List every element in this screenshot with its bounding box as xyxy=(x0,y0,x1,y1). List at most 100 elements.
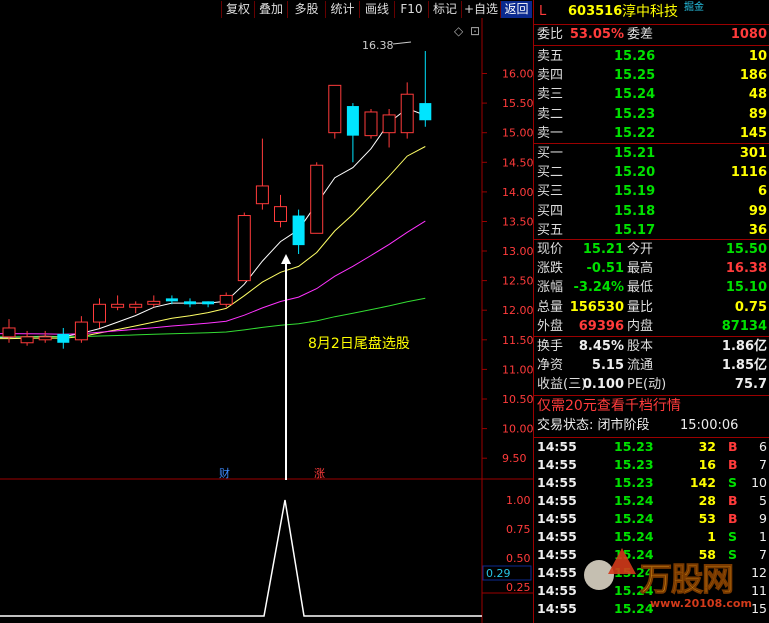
tick-row[interactable]: 14:55 15.23 142 S 10 xyxy=(534,474,769,492)
promo-link[interactable]: 仅需20元查看千档行情 xyxy=(534,397,769,416)
candle-body[interactable] xyxy=(310,164,324,234)
candle-body[interactable] xyxy=(237,215,251,282)
toolbar-button-0[interactable]: 复权 xyxy=(221,1,254,18)
tick-count: 7 xyxy=(759,457,767,472)
candle-body[interactable] xyxy=(57,333,70,343)
candle-body[interactable] xyxy=(20,336,34,344)
watermark-text: 万股网 xyxy=(639,560,734,599)
stock-badge[interactable]: 掘金 xyxy=(684,0,704,18)
price-axis-tick: 15.50 xyxy=(502,97,533,110)
bid-row[interactable]: 买五 15.17 36 xyxy=(534,221,769,240)
quote-value: -3.24% xyxy=(573,280,625,296)
price-axis-tick: 12.00 xyxy=(502,304,533,317)
candle-body[interactable] xyxy=(292,215,305,246)
price-axis-tick: 16.00 xyxy=(502,68,533,81)
tick-direction: S xyxy=(728,475,738,490)
ask-row[interactable]: 卖三 15.24 48 xyxy=(534,85,769,104)
fund-value-2: 1.85亿 xyxy=(721,358,767,374)
tick-price: 15.23 xyxy=(614,439,654,454)
tick-volume: 1 xyxy=(707,529,716,544)
bid-row[interactable]: 买一 15.21 301 xyxy=(534,144,769,163)
candle-body[interactable] xyxy=(382,114,396,134)
frame-icon[interactable]: ⊡ xyxy=(470,24,480,38)
ask-price: 15.24 xyxy=(614,87,656,103)
candle-body[interactable] xyxy=(400,93,414,134)
toolbar-button-7[interactable]: +自选 xyxy=(461,1,500,18)
ask-price: 15.23 xyxy=(614,106,656,122)
tick-volume: 32 xyxy=(698,439,716,454)
tick-time: 14:55 xyxy=(537,457,577,472)
price-axis-tick: 14.50 xyxy=(502,156,533,169)
ask-row[interactable]: 卖一 15.22 145 xyxy=(534,124,769,143)
quote-value: -0.51 xyxy=(586,261,624,277)
trade-status-label: 交易状态: 闭市阶段 xyxy=(537,418,650,433)
tick-row[interactable]: 14:55 15.24 28 B 5 xyxy=(534,492,769,510)
stock-code: 603516 xyxy=(568,4,623,19)
kline-chart[interactable]: ◇ ⊡ 16.00 15.50 15.00 14.50 14.00 13.50 13.00 1… xyxy=(0,18,533,623)
ask-row[interactable]: 卖五 15.26 10 xyxy=(534,47,769,66)
candle-body[interactable] xyxy=(93,303,106,323)
fund-label-2: PE(动) xyxy=(627,377,667,393)
toolbar-button-4[interactable]: 画线 xyxy=(359,1,394,18)
stock-name: 淳中科技 xyxy=(622,4,678,20)
trade-status: 交易状态: 闭市阶段 15:00:06 xyxy=(534,416,769,435)
candle-body[interactable] xyxy=(255,185,269,205)
quote-label-2: 最低 xyxy=(627,280,654,296)
tick-row[interactable]: 14:55 15.23 32 B 6 xyxy=(534,438,769,456)
quote-value-2: 87134 xyxy=(721,318,767,334)
candle-body[interactable] xyxy=(184,301,196,305)
tick-row[interactable]: 14:55 15.24 53 B 9 xyxy=(534,510,769,528)
candle-body[interactable] xyxy=(74,321,88,341)
ask-price: 15.26 xyxy=(614,49,656,64)
weibi-value: 53.05% xyxy=(569,27,624,42)
bid-row[interactable]: 买四 15.18 99 xyxy=(534,202,769,221)
fund-label: 换手 xyxy=(537,339,564,354)
tick-row[interactable]: 14:55 15.23 16 B 7 xyxy=(534,456,769,474)
toolbar-button-5[interactable]: F10 xyxy=(394,1,428,18)
tick-price: 15.24 xyxy=(614,493,654,508)
tick-volume: 16 xyxy=(698,457,716,472)
indicator-axis-tick: 0.50 xyxy=(506,552,531,565)
tick-row[interactable]: 14:55 15.24 1 S 1 xyxy=(534,528,769,546)
bid-row[interactable]: 买二 15.20 1116 xyxy=(534,163,769,182)
candle-body[interactable] xyxy=(147,300,161,305)
ask-row[interactable]: 卖四 15.25 186 xyxy=(534,66,769,85)
tick-count: 9 xyxy=(759,511,767,526)
bid-label: 买五 xyxy=(537,222,564,238)
candle-body[interactable] xyxy=(38,336,52,341)
tick-price: 15.23 xyxy=(614,457,654,472)
toolbar-button-1[interactable]: 叠加 xyxy=(254,1,287,18)
quote-row: 现价 15.21 今开 15.50 xyxy=(534,240,769,259)
candle-body[interactable] xyxy=(328,84,342,134)
toolbar-button-2[interactable]: 多股 xyxy=(287,1,325,18)
candle-body[interactable] xyxy=(2,327,16,338)
ask-volume: 10 xyxy=(748,49,767,64)
ask-label: 卖四 xyxy=(537,68,564,84)
event-label-cai[interactable]: 财 xyxy=(219,466,230,480)
quote-value: 69396 xyxy=(578,318,624,334)
candle-body[interactable] xyxy=(165,298,178,302)
tick-time: 14:55 xyxy=(537,601,577,616)
candle-body[interactable] xyxy=(202,301,215,305)
candle-body[interactable] xyxy=(346,106,359,136)
tick-count: 5 xyxy=(759,493,767,508)
candle-body[interactable] xyxy=(129,303,143,308)
ask-row[interactable]: 卖二 15.23 89 xyxy=(534,105,769,124)
indicator-axis-tick: 0.75 xyxy=(506,523,531,536)
candle-body[interactable] xyxy=(419,103,432,121)
diamond-icon[interactable]: ◇ xyxy=(454,24,464,38)
candle-body[interactable] xyxy=(111,303,125,308)
toolbar-button-8[interactable]: 返回 xyxy=(500,1,532,18)
candle-body[interactable] xyxy=(364,111,378,137)
event-label-zhang[interactable]: 涨 xyxy=(314,467,325,480)
tick-volume: 28 xyxy=(698,493,716,508)
toolbar-button-3[interactable]: 统计 xyxy=(325,1,359,18)
toolbar-button-6[interactable]: 标记 xyxy=(428,1,461,18)
promo-text[interactable]: 仅需20元查看千档行情 xyxy=(537,397,681,416)
candle-body[interactable] xyxy=(219,294,233,305)
bid-row[interactable]: 买三 15.19 6 xyxy=(534,182,769,201)
bid-label: 买四 xyxy=(537,203,564,219)
quote-label-2: 量比 xyxy=(627,299,654,315)
candle-body[interactable] xyxy=(274,206,287,222)
indicator-axis-tick: 1.00 xyxy=(506,494,531,507)
